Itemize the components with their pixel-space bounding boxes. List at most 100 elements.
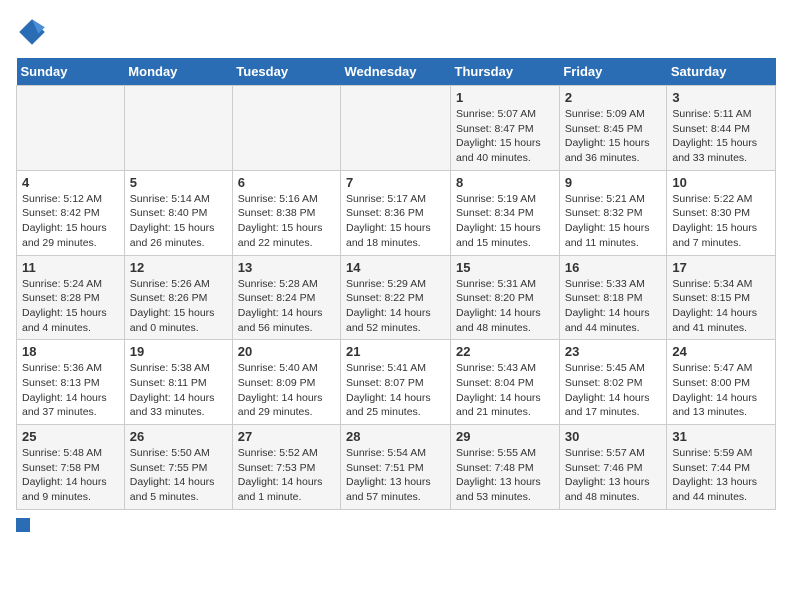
calendar-week-row: 11 Sunrise: 5:24 AM Sunset: 8:28 PM Dayli… — [17, 255, 776, 340]
day-info: Sunrise: 5:52 AM Sunset: 7:53 PM Dayligh… — [238, 446, 335, 505]
calendar-cell: 6 Sunrise: 5:16 AM Sunset: 8:38 PM Daylig… — [232, 170, 340, 255]
day-number: 7 — [346, 175, 445, 190]
calendar-cell: 24 Sunrise: 5:47 AM Sunset: 8:00 PM Dayli… — [667, 340, 776, 425]
day-number: 5 — [130, 175, 227, 190]
calendar-table: SundayMondayTuesdayWednesdayThursdayFrid… — [16, 58, 776, 510]
day-number: 19 — [130, 344, 227, 359]
calendar-cell: 17Sunrise: 5:34 AM Sunset: 8:15 PM Dayli… — [667, 255, 776, 340]
calendar-header-row: SundayMondayTuesdayWednesdayThursdayFrid… — [17, 58, 776, 86]
calendar-cell: 22 Sunrise: 5:43 AM Sunset: 8:04 PM Dayli… — [451, 340, 560, 425]
calendar-week-row: 1 Sunrise: 5:07 AM Sunset: 8:47 PM Daylig… — [17, 86, 776, 171]
day-info: Sunrise: 5:54 AM Sunset: 7:51 PM Dayligh… — [346, 446, 445, 505]
day-number: 24 — [672, 344, 770, 359]
calendar-cell: 19Sunrise: 5:38 AM Sunset: 8:11 PM Dayli… — [124, 340, 232, 425]
logo — [16, 16, 52, 48]
calendar-cell — [17, 86, 125, 171]
day-number: 6 — [238, 175, 335, 190]
day-info: Sunrise: 5:34 AM Sunset: 8:15 PM Dayligh… — [672, 277, 770, 336]
day-number: 16 — [565, 260, 662, 275]
day-number: 8 — [456, 175, 554, 190]
day-info: Sunrise: 5:24 AM Sunset: 8:28 PM Dayligh… — [22, 277, 119, 336]
calendar-cell: 9Sunrise: 5:21 AM Sunset: 8:32 PM Daylig… — [559, 170, 667, 255]
day-info: Sunrise: 5:28 AM Sunset: 8:24 PM Dayligh… — [238, 277, 335, 336]
calendar-cell: 3 Sunrise: 5:11 AM Sunset: 8:44 PM Daylig… — [667, 86, 776, 171]
day-info: Sunrise: 5:41 AM Sunset: 8:07 PM Dayligh… — [346, 361, 445, 420]
calendar-cell: 23 Sunrise: 5:45 AM Sunset: 8:02 PM Dayli… — [559, 340, 667, 425]
day-info: Sunrise: 5:55 AM Sunset: 7:48 PM Dayligh… — [456, 446, 554, 505]
calendar-cell: 29Sunrise: 5:55 AM Sunset: 7:48 PM Dayli… — [451, 425, 560, 510]
calendar-week-row: 25 Sunrise: 5:48 AM Sunset: 7:58 PM Dayli… — [17, 425, 776, 510]
day-number: 22 — [456, 344, 554, 359]
day-number: 28 — [346, 429, 445, 444]
day-number: 1 — [456, 90, 554, 105]
day-info: Sunrise: 5:19 AM Sunset: 8:34 PM Dayligh… — [456, 192, 554, 251]
calendar-cell: 12 Sunrise: 5:26 AM Sunset: 8:26 PM Dayli… — [124, 255, 232, 340]
day-info: Sunrise: 5:36 AM Sunset: 8:13 PM Dayligh… — [22, 361, 119, 420]
day-info: Sunrise: 5:16 AM Sunset: 8:38 PM Dayligh… — [238, 192, 335, 251]
calendar-cell: 7Sunrise: 5:17 AM Sunset: 8:36 PM Daylig… — [341, 170, 451, 255]
day-info: Sunrise: 5:50 AM Sunset: 7:55 PM Dayligh… — [130, 446, 227, 505]
day-info: Sunrise: 5:43 AM Sunset: 8:04 PM Dayligh… — [456, 361, 554, 420]
day-number: 25 — [22, 429, 119, 444]
calendar-cell: 26 Sunrise: 5:50 AM Sunset: 7:55 PM Dayli… — [124, 425, 232, 510]
calendar-day-header: Sunday — [17, 58, 125, 86]
day-info: Sunrise: 5:31 AM Sunset: 8:20 PM Dayligh… — [456, 277, 554, 336]
calendar-cell: 27 Sunrise: 5:52 AM Sunset: 7:53 PM Dayli… — [232, 425, 340, 510]
day-number: 14 — [346, 260, 445, 275]
day-number: 18 — [22, 344, 119, 359]
day-info: Sunrise: 5:47 AM Sunset: 8:00 PM Dayligh… — [672, 361, 770, 420]
logo-icon — [16, 16, 48, 48]
day-number: 23 — [565, 344, 662, 359]
calendar-cell — [232, 86, 340, 171]
calendar-cell: 28 Sunrise: 5:54 AM Sunset: 7:51 PM Dayli… — [341, 425, 451, 510]
day-info: Sunrise: 5:48 AM Sunset: 7:58 PM Dayligh… — [22, 446, 119, 505]
calendar-cell: 2Sunrise: 5:09 AM Sunset: 8:45 PM Daylig… — [559, 86, 667, 171]
day-number: 9 — [565, 175, 662, 190]
day-number: 27 — [238, 429, 335, 444]
day-info: Sunrise: 5:07 AM Sunset: 8:47 PM Dayligh… — [456, 107, 554, 166]
day-info: Sunrise: 5:26 AM Sunset: 8:26 PM Dayligh… — [130, 277, 227, 336]
day-info: Sunrise: 5:22 AM Sunset: 8:30 PM Dayligh… — [672, 192, 770, 251]
calendar-cell: 10 Sunrise: 5:22 AM Sunset: 8:30 PM Dayli… — [667, 170, 776, 255]
calendar-cell: 31 Sunrise: 5:59 AM Sunset: 7:44 PM Dayli… — [667, 425, 776, 510]
day-number: 12 — [130, 260, 227, 275]
day-number: 20 — [238, 344, 335, 359]
calendar-cell: 4Sunrise: 5:12 AM Sunset: 8:42 PM Daylig… — [17, 170, 125, 255]
calendar-cell: 13 Sunrise: 5:28 AM Sunset: 8:24 PM Dayli… — [232, 255, 340, 340]
calendar-day-header: Tuesday — [232, 58, 340, 86]
calendar-day-header: Saturday — [667, 58, 776, 86]
calendar-day-header: Thursday — [451, 58, 560, 86]
day-number: 15 — [456, 260, 554, 275]
day-number: 10 — [672, 175, 770, 190]
day-number: 26 — [130, 429, 227, 444]
calendar-cell: 25 Sunrise: 5:48 AM Sunset: 7:58 PM Dayli… — [17, 425, 125, 510]
page-header — [16, 16, 776, 48]
calendar-day-header: Monday — [124, 58, 232, 86]
calendar-cell: 14Sunrise: 5:29 AM Sunset: 8:22 PM Dayli… — [341, 255, 451, 340]
calendar-cell: 1 Sunrise: 5:07 AM Sunset: 8:47 PM Daylig… — [451, 86, 560, 171]
calendar-week-row: 18 Sunrise: 5:36 AM Sunset: 8:13 PM Dayli… — [17, 340, 776, 425]
calendar-day-header: Wednesday — [341, 58, 451, 86]
calendar-cell: 5 Sunrise: 5:14 AM Sunset: 8:40 PM Daylig… — [124, 170, 232, 255]
calendar-cell: 15 Sunrise: 5:31 AM Sunset: 8:20 PM Dayli… — [451, 255, 560, 340]
calendar-week-row: 4Sunrise: 5:12 AM Sunset: 8:42 PM Daylig… — [17, 170, 776, 255]
day-number: 11 — [22, 260, 119, 275]
day-info: Sunrise: 5:59 AM Sunset: 7:44 PM Dayligh… — [672, 446, 770, 505]
calendar-cell — [341, 86, 451, 171]
legend-color-box — [16, 518, 30, 532]
calendar-cell: 20Sunrise: 5:40 AM Sunset: 8:09 PM Dayli… — [232, 340, 340, 425]
day-info: Sunrise: 5:14 AM Sunset: 8:40 PM Dayligh… — [130, 192, 227, 251]
day-number: 31 — [672, 429, 770, 444]
day-info: Sunrise: 5:45 AM Sunset: 8:02 PM Dayligh… — [565, 361, 662, 420]
legend — [16, 518, 776, 532]
calendar-cell: 30Sunrise: 5:57 AM Sunset: 7:46 PM Dayli… — [559, 425, 667, 510]
day-number: 21 — [346, 344, 445, 359]
day-number: 4 — [22, 175, 119, 190]
calendar-cell — [124, 86, 232, 171]
day-info: Sunrise: 5:11 AM Sunset: 8:44 PM Dayligh… — [672, 107, 770, 166]
day-number: 13 — [238, 260, 335, 275]
calendar-day-header: Friday — [559, 58, 667, 86]
calendar-cell: 16Sunrise: 5:33 AM Sunset: 8:18 PM Dayli… — [559, 255, 667, 340]
day-number: 3 — [672, 90, 770, 105]
day-number: 2 — [565, 90, 662, 105]
